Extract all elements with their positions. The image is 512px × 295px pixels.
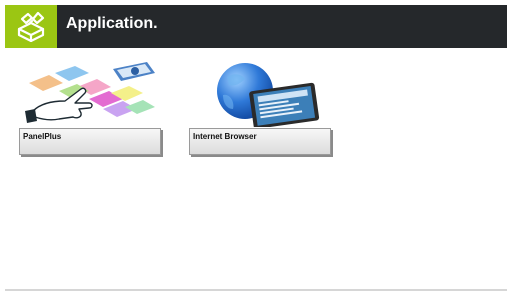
bottom-divider — [5, 289, 507, 291]
app-box-icon — [17, 11, 45, 42]
panelplus-tiles-icon — [25, 62, 155, 123]
globe-browser-icon — [217, 63, 320, 127]
internet-browser-button[interactable]: Internet Browser — [189, 128, 331, 155]
page-title: Application. — [66, 15, 158, 32]
internet-browser-label: Internet Browser — [193, 132, 257, 141]
app-tile-internet-browser[interactable]: Internet Browser — [189, 61, 335, 159]
application-window: Application. PanelPlus Internet Browser — [5, 5, 507, 291]
title-bar: Application. — [5, 5, 507, 48]
panelplus-label: PanelPlus — [23, 132, 62, 141]
app-icon-tile — [5, 5, 57, 48]
app-tile-panelplus[interactable]: PanelPlus — [19, 61, 165, 159]
panelplus-button[interactable]: PanelPlus — [19, 128, 161, 155]
